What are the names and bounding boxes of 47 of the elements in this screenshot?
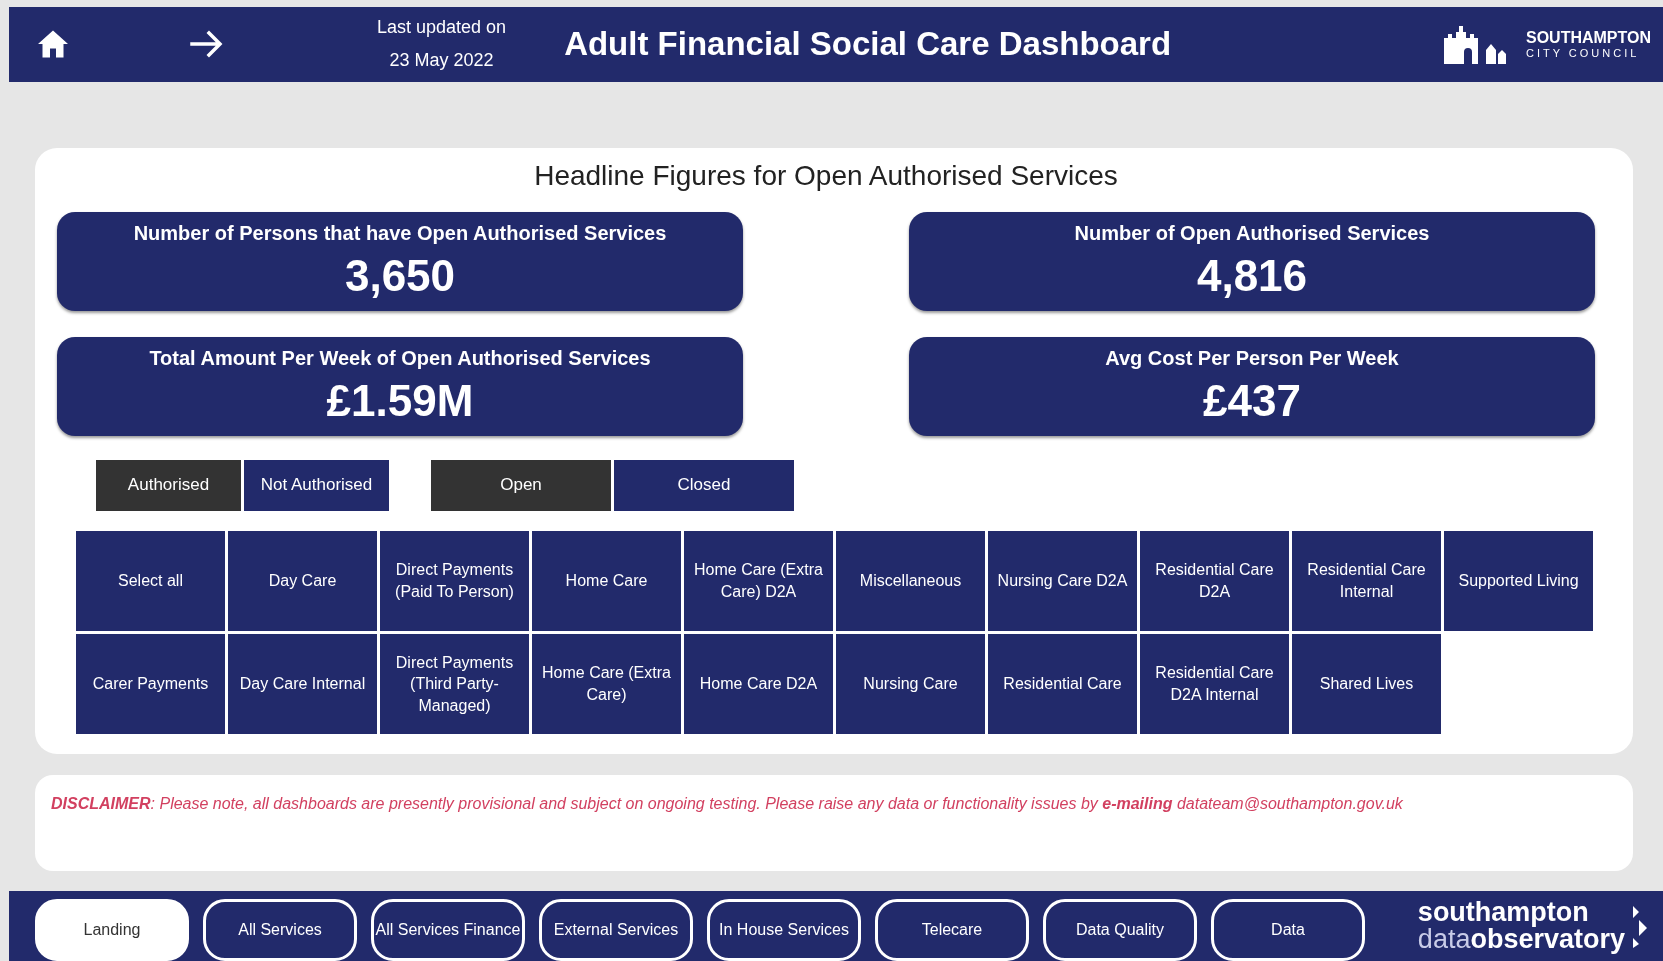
service-slicer-item[interactable]: Nursing Care D2A: [988, 530, 1137, 631]
kpi-label: Number of Persons that have Open Authorised Services: [133, 221, 667, 245]
nav-tab[interactable]: In House Services: [707, 899, 861, 961]
service-slicer-item[interactable]: Residential Care: [988, 633, 1137, 734]
kpi-label: Avg Cost Per Person Per Week: [1105, 346, 1399, 370]
service-slicer-item[interactable]: Carer Payments: [76, 633, 225, 734]
service-slicer-item[interactable]: Home Care (Extra Care): [532, 633, 681, 734]
nav-tab[interactable]: External Services: [539, 899, 693, 961]
last-updated-date: 23 May 2022: [389, 50, 494, 72]
service-slicer-item[interactable]: Direct Payments (Third Party-Managed): [380, 633, 529, 734]
service-slicer-item[interactable]: Nursing Care: [836, 633, 985, 734]
kpi-value: 4,816: [1196, 250, 1308, 301]
status-toggle[interactable]: Not Authorised: [244, 459, 389, 511]
kpi-label: Total Amount Per Week of Open Authorised Services: [149, 346, 651, 370]
nav-tab[interactable]: Data Quality: [1043, 899, 1197, 961]
status-toggle[interactable]: Authorised: [96, 459, 241, 511]
service-slicer-item[interactable]: Day Care Internal: [228, 633, 377, 734]
nav-tab[interactable]: Data: [1211, 899, 1365, 961]
nav-tab[interactable]: Landing: [35, 899, 189, 961]
service-slicer-item[interactable]: Home Care: [532, 530, 681, 631]
dashboard-title: Adult Financial Social Care Dashboard: [564, 25, 1172, 64]
disclaimer-text: DISCLAIMER: Please note, all dashboards are presently provisional and subject on ongoing testing. Please raise any data or functionality issues by e-mailing datateam@southampton.gov.uk: [51, 795, 1404, 814]
service-slicer-item[interactable]: Residential Care D2A: [1140, 530, 1289, 631]
council-logo-subtitle: CITY COUNCIL: [1525, 47, 1641, 60]
council-logo-name: SOUTHAMPTON: [1525, 29, 1651, 48]
open-closed-toggle[interactable]: Closed: [614, 459, 794, 511]
observatory-logo-subtitle: dataobservatory: [1417, 926, 1625, 953]
headline-title: Headline Figures for Open Authorised Services: [534, 159, 1118, 192]
service-slicer-item[interactable]: Residential Care Internal: [1292, 530, 1441, 631]
nav-tab[interactable]: All Services: [203, 899, 357, 961]
service-slicer-item[interactable]: Select all: [76, 530, 225, 631]
service-slicer-item[interactable]: Shared Lives: [1292, 633, 1441, 734]
service-slicer-item[interactable]: Supported Living: [1444, 530, 1593, 631]
last-updated-label: Last updated on: [377, 17, 507, 39]
kpi-value: 3,650: [344, 250, 456, 301]
nav-tab[interactable]: All Services Finance: [371, 899, 525, 961]
open-closed-toggle[interactable]: Open: [431, 459, 611, 511]
service-slicer-item[interactable]: Residential Care D2A Internal: [1140, 633, 1289, 734]
kpi-value: £1.59M: [326, 375, 474, 426]
service-slicer-item[interactable]: Home Care D2A: [684, 633, 833, 734]
service-slicer-item[interactable]: Home Care (Extra Care) D2A: [684, 530, 833, 631]
service-slicer-item[interactable]: Direct Payments (Paid To Person): [380, 530, 529, 631]
kpi-label: Number of Open Authorised Services: [1074, 221, 1430, 245]
service-slicer-item[interactable]: Miscellaneous: [836, 530, 985, 631]
nav-tab[interactable]: Telecare: [875, 899, 1029, 961]
service-slicer-item[interactable]: Day Care: [228, 530, 377, 631]
kpi-value: £437: [1203, 375, 1301, 426]
